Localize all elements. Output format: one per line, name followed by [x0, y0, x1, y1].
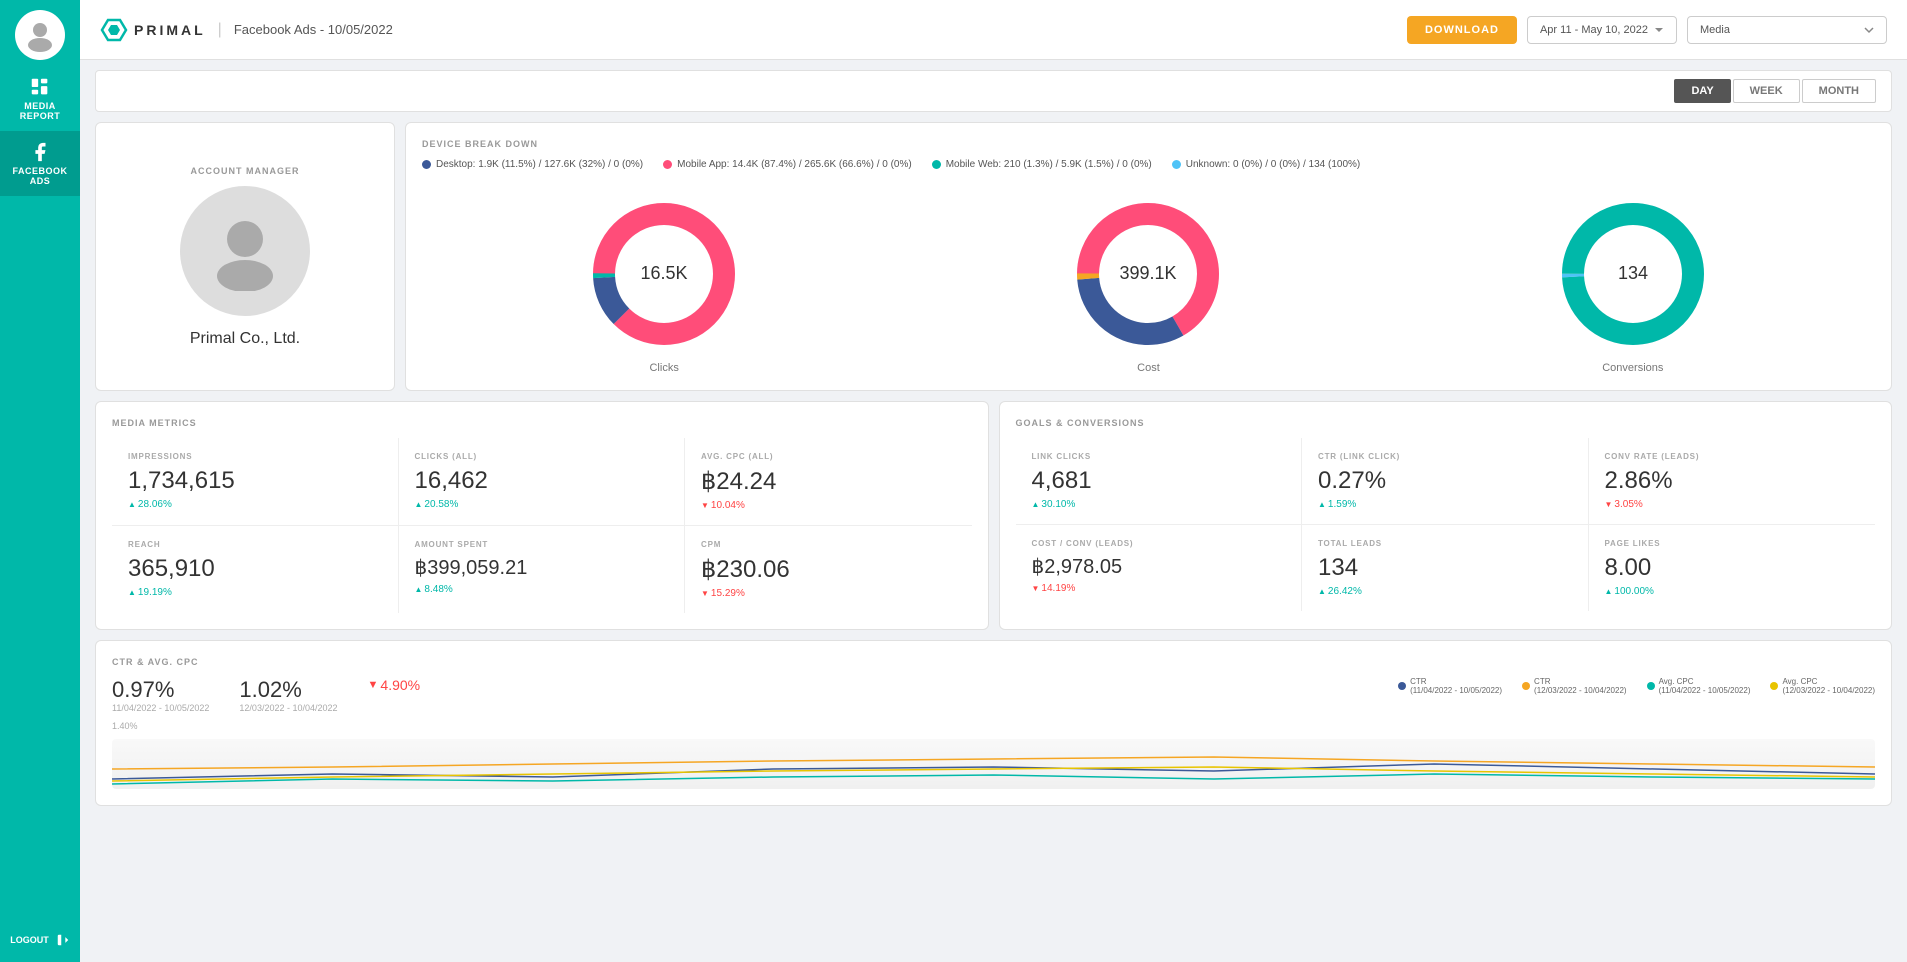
legend-mobile-app: Mobile App: 14.4K (87.4%) / 265.6K (66.6… [663, 159, 912, 170]
logo-text: PRIMAL [134, 22, 206, 38]
logout-label: LOGOUT [10, 935, 49, 945]
media-metrics-grid: IMPRESSIONS 1,734,615 28.06% CLICKS (ALL… [112, 438, 972, 613]
media-selector-text: Media [1700, 24, 1730, 36]
topbar-right: DOWNLOAD Apr 11 - May 10, 2022 Media [1407, 16, 1887, 44]
device-legend: Desktop: 1.9K (11.5%) / 127.6K (32%) / 0… [422, 159, 1875, 170]
legend-unknown: Unknown: 0 (0%) / 0 (0%) / 134 (100%) [1172, 159, 1361, 170]
tab-week[interactable]: WEEK [1733, 79, 1800, 103]
legend-mobile-web-text: Mobile Web: 210 (1.3%) / 5.9K (1.5%) / 0… [946, 159, 1152, 170]
user-avatar [15, 10, 65, 60]
media-selector[interactable]: Media [1687, 16, 1887, 44]
ctr-value-1: 0.97% 11/04/2022 - 10/05/2022 [112, 677, 209, 713]
legend-avg-cpc-prev: Avg. CPC(12/03/2022 - 10/04/2022) [1770, 677, 1875, 695]
legend-avg-cpc-current: Avg. CPC(11/04/2022 - 10/05/2022) [1647, 677, 1751, 695]
donut-row: 16.5K Clicks [422, 184, 1875, 374]
logo: PRIMAL [100, 16, 206, 44]
metric-page-likes: PAGE LIKES 8.00 100.00% [1589, 525, 1876, 611]
period-bar: DAY WEEK MONTH [95, 70, 1892, 112]
metric-avg-cpc: AVG. CPC (ALL) ฿24.24 10.04% [685, 438, 972, 526]
media-metrics-label: MEDIA METRICS [112, 418, 972, 438]
account-name: Primal Co., Ltd. [190, 330, 300, 348]
device-section-label: DEVICE BREAK DOWN [422, 139, 1875, 149]
legend-mobile-web: Mobile Web: 210 (1.3%) / 5.9K (1.5%) / 0… [932, 159, 1152, 170]
metric-cost-conv: COST / CONV (LEADS) ฿2,978.05 14.19% [1016, 525, 1303, 611]
svg-text:16.5K: 16.5K [641, 263, 688, 283]
top-card-row: ACCOUNT MANAGER Primal Co., Ltd. DEVICE … [95, 122, 1892, 391]
legend-ctr-prev: CTR(12/03/2022 - 10/04/2022) [1522, 677, 1627, 695]
metric-reach: REACH 365,910 19.19% [112, 526, 399, 613]
device-breakdown-card: DEVICE BREAK DOWN Desktop: 1.9K (11.5%) … [405, 122, 1892, 391]
goals-metrics-grid: LINK CLICKS 4,681 30.10% CTR (LINK CLICK… [1016, 438, 1876, 611]
download-button[interactable]: DOWNLOAD [1407, 16, 1517, 44]
sidebar: MEDIA REPORT FACEBOOK ADS LOGOUT [0, 0, 80, 962]
metric-link-clicks: LINK CLICKS 4,681 30.10% [1016, 438, 1303, 525]
tab-month[interactable]: MONTH [1802, 79, 1876, 103]
topbar: PRIMAL | Facebook Ads - 10/05/2022 DOWNL… [80, 0, 1907, 60]
metric-amount-spent: AMOUNT SPENT ฿399,059.21 8.48% [399, 526, 686, 613]
ctr-value-2: 1.02% 12/03/2022 - 10/04/2022 [239, 677, 337, 713]
sidebar-facebook-ads-label2: ADS [30, 176, 51, 186]
sidebar-facebook-ads-label: FACEBOOK [12, 166, 67, 176]
metric-conv-rate: CONV RATE (LEADS) 2.86% 3.05% [1589, 438, 1876, 525]
legend-desktop-text: Desktop: 1.9K (11.5%) / 127.6K (32%) / 0… [436, 159, 643, 170]
date-range-text: Apr 11 - May 10, 2022 [1540, 24, 1648, 36]
goals-conversions-card: GOALS & CONVERSIONS LINK CLICKS 4,681 30… [999, 401, 1893, 630]
legend-unknown-text: Unknown: 0 (0%) / 0 (0%) / 134 (100%) [1186, 159, 1361, 170]
metric-impressions: IMPRESSIONS 1,734,615 28.06% [112, 438, 399, 526]
legend-mobile-app-text: Mobile App: 14.4K (87.4%) / 265.6K (66.6… [677, 159, 912, 170]
media-metrics-card: MEDIA METRICS IMPRESSIONS 1,734,615 28.0… [95, 401, 989, 630]
ctr-section-label: CTR & AVG. CPC [112, 657, 1875, 667]
ctr-chart [112, 739, 1875, 789]
ctr-legend: CTR(11/04/2022 - 10/05/2022) CTR(12/03/2… [1398, 677, 1875, 695]
account-avatar [180, 186, 310, 316]
clicks-label: Clicks [649, 362, 678, 374]
legend-desktop: Desktop: 1.9K (11.5%) / 127.6K (32%) / 0… [422, 159, 643, 170]
metrics-row: MEDIA METRICS IMPRESSIONS 1,734,615 28.0… [95, 401, 1892, 630]
logout-button[interactable]: LOGOUT [10, 933, 70, 947]
sidebar-media-report-label2: REPORT [20, 111, 61, 121]
account-manager-card: ACCOUNT MANAGER Primal Co., Ltd. [95, 122, 395, 391]
metric-ctr-link: CTR (LINK CLICK) 0.27% 1.59% [1302, 438, 1589, 525]
cost-label: Cost [1137, 362, 1160, 374]
main-content: PRIMAL | Facebook Ads - 10/05/2022 DOWNL… [80, 0, 1907, 962]
donut-clicks: 16.5K Clicks [584, 194, 744, 374]
donut-conversions: 134 Conversions [1553, 194, 1713, 374]
date-range-selector[interactable]: Apr 11 - May 10, 2022 [1527, 16, 1677, 44]
conversions-label: Conversions [1602, 362, 1663, 374]
svg-text:134: 134 [1618, 263, 1648, 283]
legend-ctr-current: CTR(11/04/2022 - 10/05/2022) [1398, 677, 1502, 695]
tab-day[interactable]: DAY [1674, 79, 1730, 103]
period-tabs: DAY WEEK MONTH [1674, 79, 1876, 103]
ctr-card: CTR & AVG. CPC 0.97% 11/04/2022 - 10/05/… [95, 640, 1892, 806]
metric-cpm: CPM ฿230.06 15.29% [685, 526, 972, 613]
metric-clicks-all: CLICKS (ALL) 16,462 20.58% [399, 438, 686, 526]
page-title: Facebook Ads - 10/05/2022 [234, 22, 393, 37]
ctr-header: CTR & AVG. CPC [112, 657, 1875, 667]
svg-text:399.1K: 399.1K [1120, 263, 1177, 283]
goals-section-label: GOALS & CONVERSIONS [1016, 418, 1876, 438]
sidebar-item-media-report[interactable]: MEDIA REPORT [0, 66, 80, 131]
donut-cost: 399.1K Cost [1068, 194, 1228, 374]
sidebar-item-facebook-ads[interactable]: FACEBOOK ADS [0, 131, 80, 196]
account-section-label: ACCOUNT MANAGER [191, 166, 300, 176]
sidebar-media-report-label: MEDIA [24, 101, 56, 111]
content-area: DAY WEEK MONTH ACCOUNT MANAGER Primal Co… [80, 60, 1907, 962]
ctr-change: ▼4.90% [368, 677, 421, 693]
metric-total-leads: TOTAL LEADS 134 26.42% [1302, 525, 1589, 611]
